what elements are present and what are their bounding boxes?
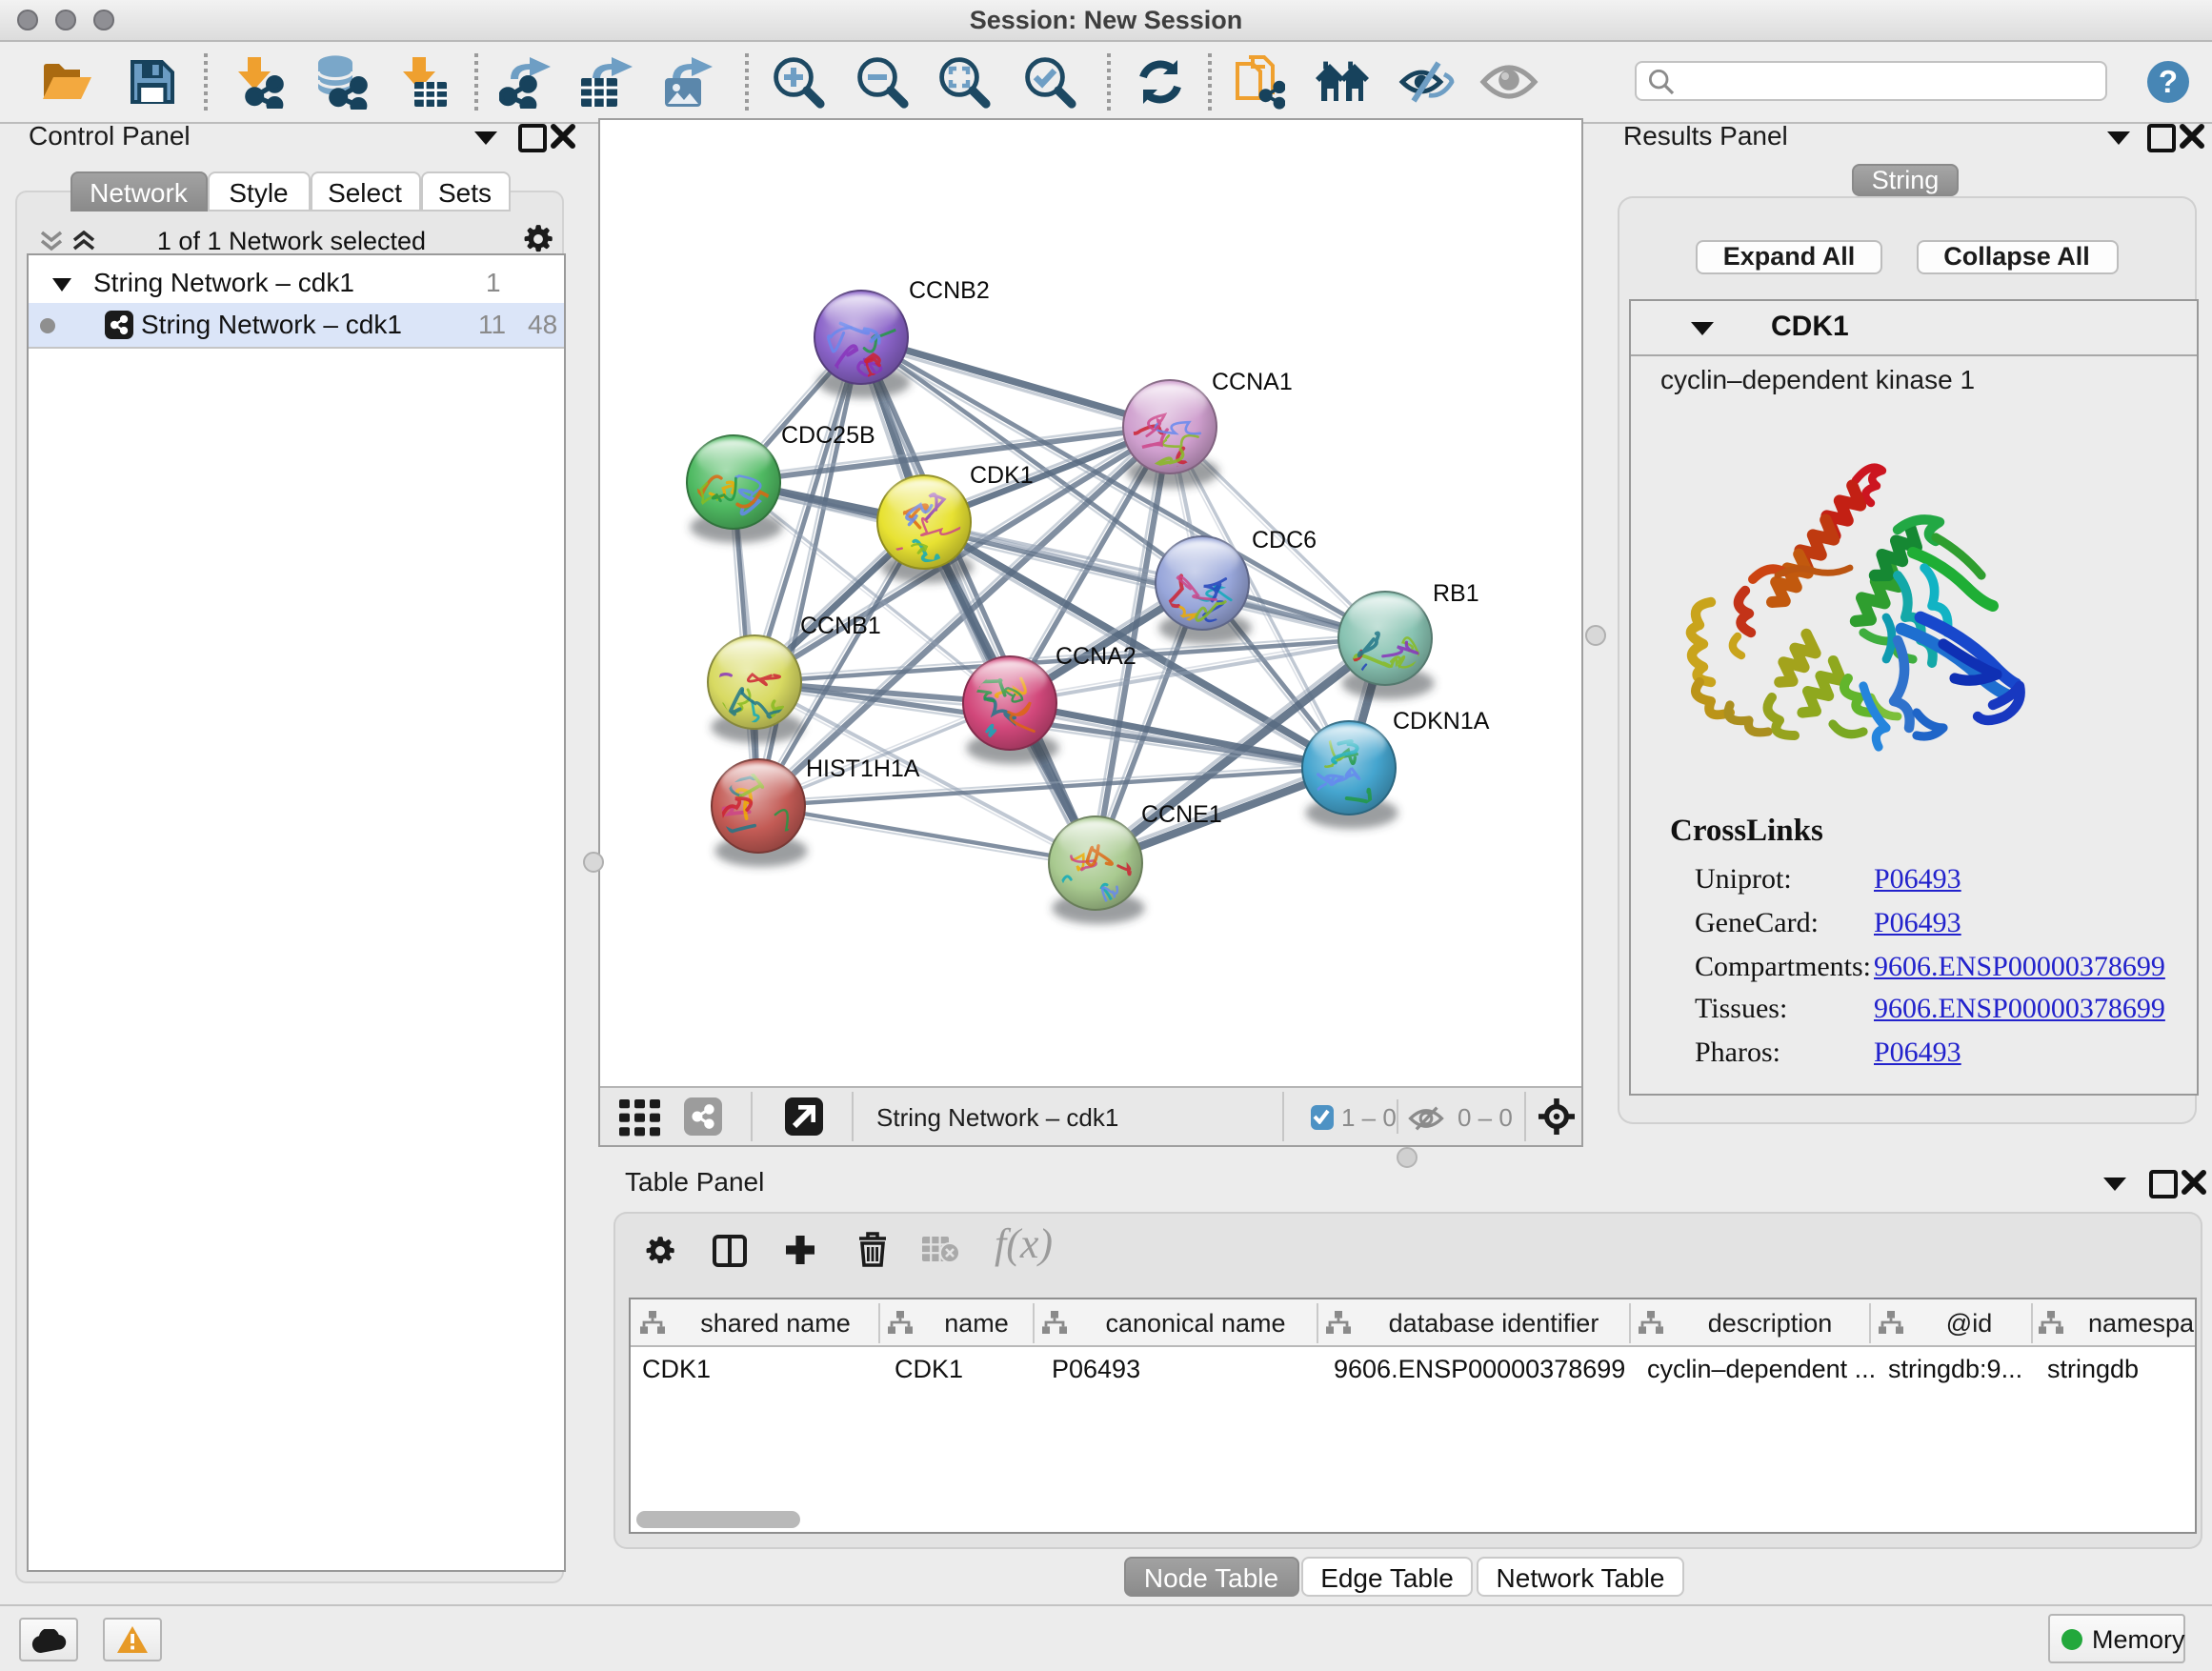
svg-text:RB1: RB1 [1433,580,1479,607]
svg-text:CCNB1: CCNB1 [800,613,881,639]
svg-text:?: ? [2159,64,2178,99]
svg-text:HIST1H1A: HIST1H1A [806,755,920,782]
svg-text:CDKN1A: CDKN1A [1393,708,1490,735]
svg-text:CCNB2: CCNB2 [909,277,990,304]
svg-text:CDC6: CDC6 [1252,527,1317,554]
svg-text:CDK1: CDK1 [970,462,1034,489]
svg-text:CCNA1: CCNA1 [1212,369,1293,395]
svg-text:CCNA2: CCNA2 [1056,643,1136,670]
svg-text:CCNE1: CCNE1 [1141,801,1222,828]
svg-text:CDC25B: CDC25B [781,422,875,449]
